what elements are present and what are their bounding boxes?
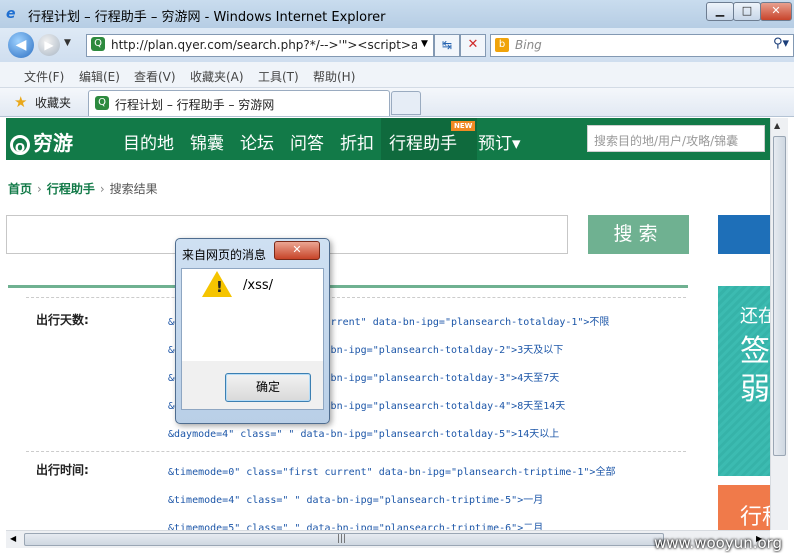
page-viewport: Q 穷游 目的地 锦囊 论坛 问答 折扣 行程助手 NEW 预订▾ 搜索目的地/用…	[6, 118, 770, 530]
close-window-button[interactable]: ✕	[760, 2, 792, 21]
menu-favorites[interactable]: 收藏夹(A)	[190, 68, 244, 85]
breadcrumb: 首页 › 行程助手 › 搜索结果	[8, 180, 158, 197]
browser-search-placeholder: Bing	[515, 38, 542, 52]
nav-forum[interactable]: 论坛	[240, 129, 274, 154]
filter-time-option[interactable]: &timemode=4" class=" " data-bn-ipg="plan…	[168, 491, 543, 506]
qyer-logo[interactable]: Q 穷游	[10, 127, 73, 156]
address-input[interactable]: http://plan.qyer.com/search.php?*/-->'">…	[111, 38, 417, 52]
plan-search-button[interactable]: 搜索	[588, 215, 689, 254]
new-tab-button[interactable]	[391, 91, 421, 115]
dialog-ok-button[interactable]: 确定	[225, 373, 311, 402]
menu-file[interactable]: 文件(F)	[24, 68, 64, 85]
right-orange-ad[interactable]: 行程	[718, 485, 770, 530]
refresh-button[interactable]: ↹	[434, 34, 460, 57]
scroll-up-icon[interactable]: ▲	[774, 121, 780, 130]
menu-tools[interactable]: 工具(T)	[258, 68, 299, 85]
address-dropdown-icon[interactable]: ▼	[421, 39, 428, 49]
filter-time-option[interactable]: &timemode=0" class="first current" data-…	[168, 463, 615, 478]
scroll-left-icon[interactable]: ◀	[10, 534, 16, 543]
breadcrumb-home[interactable]: 首页	[8, 182, 32, 196]
recent-pages-dropdown-icon[interactable]: ▼	[64, 38, 71, 48]
menu-view[interactable]: 查看(V)	[134, 68, 176, 85]
breadcrumb-chevron-icon: ›	[99, 182, 105, 196]
nav-destinations[interactable]: 目的地	[123, 129, 174, 154]
ie-logo-icon: e	[6, 6, 16, 22]
search-icon[interactable]: ⚲▾	[773, 36, 789, 51]
warning-exclamation: !	[216, 278, 223, 296]
menu-bar: 文件(F) 编辑(E) 查看(V) 收藏夹(A) 工具(T) 帮助(H)	[0, 62, 794, 88]
site-search-input[interactable]: 搜索目的地/用户/攻略/锦囊	[587, 125, 765, 152]
dialog-message: /xss/	[243, 278, 273, 293]
ad-orange-text: 行程	[740, 505, 770, 530]
new-badge: NEW	[451, 121, 476, 131]
vertical-scrollbar[interactable]: ▲	[770, 118, 788, 530]
watermark: www.wooyun.org	[654, 534, 783, 552]
ad-text-line1: 还在	[740, 306, 770, 327]
nav-deals[interactable]: 折扣	[340, 129, 374, 154]
back-button[interactable]: ◀	[8, 32, 34, 58]
vertical-scroll-thumb[interactable]	[773, 136, 786, 456]
menu-edit[interactable]: 编辑(E)	[79, 68, 120, 85]
tab-favicon-icon: Q	[95, 96, 109, 110]
address-bar[interactable]: Q http://plan.qyer.com/search.php?*/-->'…	[86, 34, 434, 57]
forward-button[interactable]: ▶	[38, 34, 60, 56]
qyer-logo-mark: Q	[10, 134, 30, 155]
breadcrumb-trip-planner[interactable]: 行程助手	[47, 182, 95, 196]
site-favicon-icon: Q	[91, 37, 105, 51]
tab-title: 行程计划 – 行程助手 – 穷游网	[115, 98, 275, 112]
favorites-button[interactable]: 收藏夹	[35, 94, 71, 111]
menu-help[interactable]: 帮助(H)	[313, 68, 355, 85]
site-search-placeholder: 搜索目的地/用户/攻略/锦囊	[594, 134, 739, 148]
nav-booking[interactable]: 预订▾	[478, 129, 521, 154]
ad-text-line3: 弱	[740, 372, 770, 407]
dialog-close-button[interactable]: ✕	[274, 241, 320, 260]
site-header: Q 穷游 目的地 锦囊 论坛 问答 折扣 行程助手 NEW 预订▾ 搜索目的地/用…	[6, 118, 770, 160]
filter-days-option[interactable]: &daymode=4" class=" " data-bn-ipg="plans…	[168, 425, 559, 440]
breadcrumb-chevron-icon: ›	[37, 182, 42, 196]
filter-days-label: 出行天数:	[36, 313, 89, 327]
nav-qa[interactable]: 问答	[290, 129, 324, 154]
bing-logo-icon: b	[495, 38, 509, 52]
maximize-button[interactable]: □	[733, 2, 761, 21]
nav-trip-planner[interactable]: 行程助手	[389, 129, 457, 154]
dialog-title: 来自网页的消息	[182, 248, 267, 262]
favorites-star-icon[interactable]: ★	[14, 93, 27, 111]
favorites-bar: ★ 收藏夹 Q 行程计划 – 行程助手 – 穷游网	[0, 88, 794, 117]
filter-time-option[interactable]: &timemode=5" class=" " data-bn-ipg="plan…	[168, 519, 543, 530]
breadcrumb-current: 搜索结果	[109, 182, 158, 196]
minimize-button[interactable]: ▁	[706, 2, 734, 21]
right-teal-ad[interactable]: 还在 签 弱	[718, 286, 770, 476]
nav-guides[interactable]: 锦囊	[190, 129, 224, 154]
filter-divider	[26, 297, 686, 298]
horizontal-scroll-thumb[interactable]: |||	[24, 533, 664, 546]
right-promo-box[interactable]	[718, 215, 770, 254]
alert-dialog: 来自网页的消息 ✕ ! /xss/ 确定	[175, 238, 330, 424]
browser-search-box[interactable]: b Bing ⚲▾	[490, 34, 794, 57]
tab-active[interactable]: Q 行程计划 – 行程助手 – 穷游网	[88, 90, 390, 116]
filter-time-label: 出行时间:	[36, 463, 89, 477]
window-title: 行程计划 – 行程助手 – 穷游网 - Windows Internet Exp…	[28, 10, 386, 25]
scroll-grip-icon: |||	[337, 534, 347, 544]
qyer-logo-text: 穷游	[33, 131, 73, 155]
filter-divider	[26, 451, 686, 452]
stop-button[interactable]: ✕	[460, 34, 486, 57]
